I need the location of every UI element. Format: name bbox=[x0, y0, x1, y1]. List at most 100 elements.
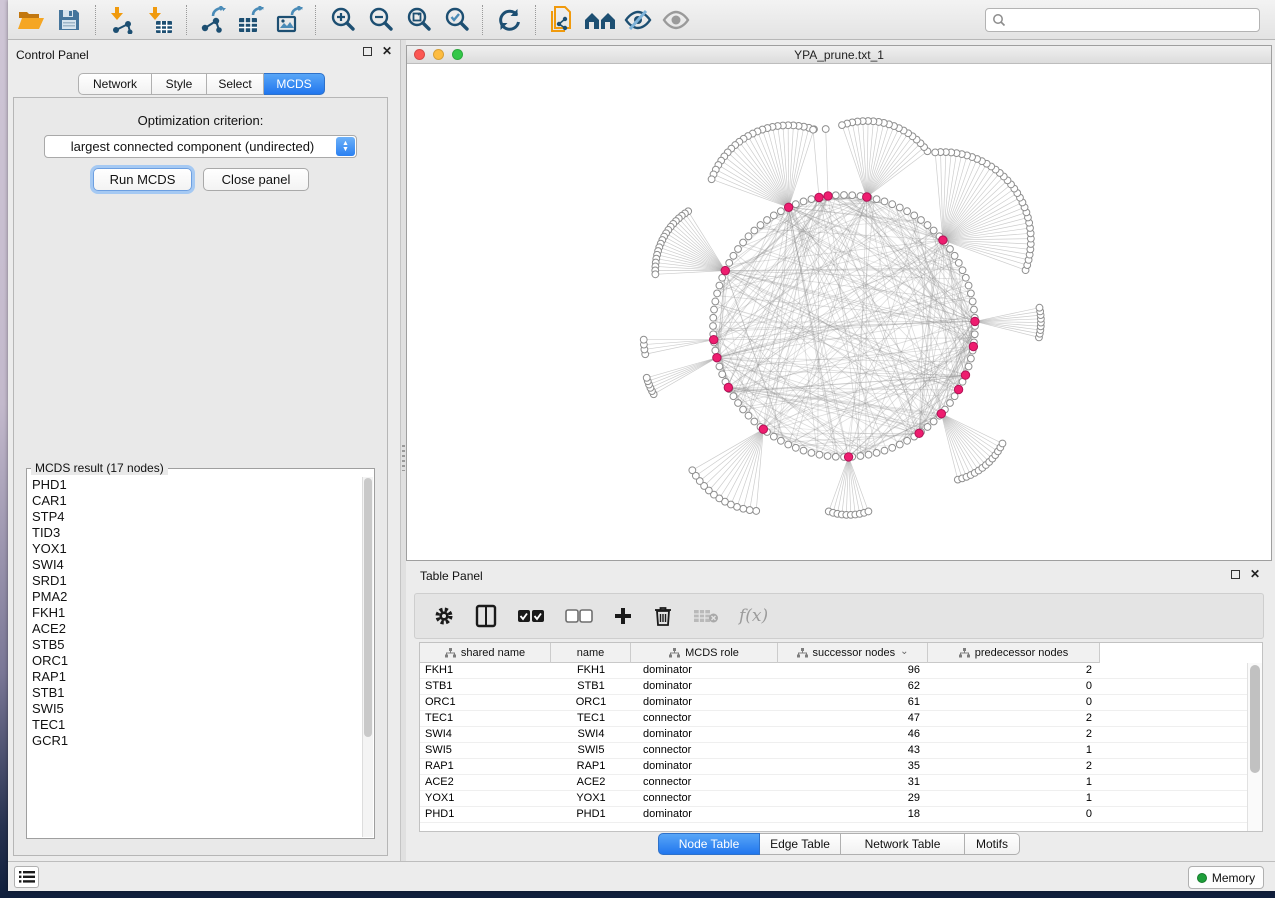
column-header-name[interactable]: name bbox=[551, 643, 631, 663]
memory-button[interactable]: Memory bbox=[1188, 866, 1264, 889]
table-row[interactable]: RAP1RAP1dominator352 bbox=[420, 759, 1247, 775]
mcds-hub-node[interactable] bbox=[759, 425, 767, 433]
function-builder-icon[interactable]: f(x) bbox=[739, 601, 768, 631]
mcds-hub-node[interactable] bbox=[971, 317, 979, 325]
mcds-hub-node[interactable] bbox=[721, 266, 729, 274]
tab-node-table[interactable]: Node Table bbox=[658, 833, 760, 855]
network-overview-icon[interactable] bbox=[583, 4, 617, 36]
mcds-result-item[interactable]: ACE2 bbox=[28, 621, 362, 637]
mcds-hub-node[interactable] bbox=[915, 429, 923, 437]
mcds-result-item[interactable]: TID3 bbox=[28, 525, 362, 541]
tab-motifs[interactable]: Motifs bbox=[965, 833, 1020, 855]
network-window-titlebar[interactable]: YPA_prune.txt_1 bbox=[407, 46, 1271, 64]
zoom-in-icon[interactable] bbox=[325, 4, 359, 36]
zoom-fit-icon[interactable] bbox=[401, 4, 435, 36]
float-panel-icon[interactable] bbox=[363, 47, 372, 56]
mcds-result-item[interactable]: STP4 bbox=[28, 509, 362, 525]
table-settings-gear-icon[interactable] bbox=[433, 601, 455, 631]
network-graph[interactable] bbox=[407, 64, 1271, 560]
table-row[interactable]: ACE2ACE2connector311 bbox=[420, 775, 1247, 791]
import-network-icon[interactable] bbox=[105, 4, 139, 36]
tab-style[interactable]: Style bbox=[152, 73, 207, 95]
zoom-selected-icon[interactable] bbox=[439, 4, 473, 36]
mcds-hub-node[interactable] bbox=[939, 236, 947, 244]
table-rows[interactable]: FKH1FKH1dominator962STB1STB1dominator620… bbox=[420, 663, 1247, 831]
run-mcds-button[interactable]: Run MCDS bbox=[93, 168, 192, 191]
mcds-result-item[interactable]: ORC1 bbox=[28, 653, 362, 669]
table-row[interactable]: STB1STB1dominator620 bbox=[420, 679, 1247, 695]
mcds-result-item[interactable]: SWI5 bbox=[28, 701, 362, 717]
mcds-hub-node[interactable] bbox=[713, 353, 721, 361]
tab-network-table[interactable]: Network Table bbox=[841, 833, 965, 855]
table-scrollbar[interactable] bbox=[1247, 663, 1262, 831]
mcds-hub-node[interactable] bbox=[824, 192, 832, 200]
mcds-result-item[interactable]: GCR1 bbox=[28, 733, 362, 749]
share-document-icon[interactable] bbox=[545, 4, 579, 36]
column-header-predecessor-nodes[interactable]: predecessor nodes bbox=[928, 643, 1100, 663]
deselect-all-columns-icon[interactable] bbox=[565, 601, 593, 631]
tab-network[interactable]: Network bbox=[78, 73, 152, 95]
mcds-result-item[interactable]: PHD1 bbox=[28, 477, 362, 493]
delete-table-icon[interactable] bbox=[693, 601, 719, 631]
close-panel-button[interactable]: Close panel bbox=[203, 168, 309, 191]
search-field[interactable] bbox=[985, 8, 1260, 32]
mcds-result-item[interactable]: YOX1 bbox=[28, 541, 362, 557]
table-row[interactable]: YOX1YOX1connector291 bbox=[420, 791, 1247, 807]
export-network-icon[interactable] bbox=[196, 4, 230, 36]
mcds-hub-node[interactable] bbox=[844, 453, 852, 461]
mcds-result-item[interactable]: STB1 bbox=[28, 685, 362, 701]
table-row[interactable]: PHD1PHD1dominator180 bbox=[420, 807, 1247, 823]
mcds-hub-node[interactable] bbox=[815, 193, 823, 201]
mcds-result-item[interactable]: PMA2 bbox=[28, 589, 362, 605]
mcds-hub-node[interactable] bbox=[863, 193, 871, 201]
create-column-plus-icon[interactable] bbox=[613, 601, 633, 631]
criterion-dropdown[interactable]: largest connected component (undirected)… bbox=[44, 135, 357, 158]
table-row[interactable]: FKH1FKH1dominator962 bbox=[420, 663, 1247, 679]
mcds-hub-node[interactable] bbox=[954, 385, 962, 393]
show-log-console-button[interactable] bbox=[14, 866, 39, 888]
column-header-shared-name[interactable]: shared name bbox=[420, 643, 551, 663]
column-header-MCDS-role[interactable]: MCDS role bbox=[631, 643, 778, 663]
sort-descending-icon[interactable]: ⌄ bbox=[900, 646, 908, 657]
mcds-result-item[interactable]: RAP1 bbox=[28, 669, 362, 685]
mcds-result-item[interactable]: TEC1 bbox=[28, 717, 362, 733]
search-input[interactable] bbox=[1006, 13, 1259, 27]
network-canvas[interactable] bbox=[407, 64, 1271, 560]
hide-graphics-eye-slash-icon[interactable] bbox=[621, 4, 655, 36]
mcds-hub-node[interactable] bbox=[724, 383, 732, 391]
mcds-result-item[interactable]: STB5 bbox=[28, 637, 362, 653]
mcds-result-item[interactable]: SWI4 bbox=[28, 557, 362, 573]
zoom-out-icon[interactable] bbox=[363, 4, 397, 36]
close-panel-icon[interactable]: ✕ bbox=[382, 47, 392, 56]
open-file-icon[interactable] bbox=[14, 4, 48, 36]
export-image-icon[interactable] bbox=[272, 4, 306, 36]
table-row[interactable]: TEC1TEC1connector472 bbox=[420, 711, 1247, 727]
mcds-hub-node[interactable] bbox=[784, 203, 792, 211]
table-row[interactable]: SWI4SWI4dominator462 bbox=[420, 727, 1247, 743]
tab-edge-table[interactable]: Edge Table bbox=[760, 833, 841, 855]
show-columns-icon[interactable] bbox=[475, 601, 497, 631]
export-table-icon[interactable] bbox=[234, 4, 268, 36]
mcds-hub-node[interactable] bbox=[937, 409, 945, 417]
save-session-icon[interactable] bbox=[52, 4, 86, 36]
mcds-result-item[interactable]: CAR1 bbox=[28, 493, 362, 509]
mcds-hub-node[interactable] bbox=[710, 335, 718, 343]
close-table-panel-icon[interactable]: ✕ bbox=[1250, 570, 1260, 579]
tab-mcds[interactable]: MCDS bbox=[264, 73, 325, 95]
apply-layout-icon[interactable] bbox=[492, 4, 526, 36]
mcds-result-item[interactable]: SRD1 bbox=[28, 573, 362, 589]
table-row[interactable]: SWI5SWI5connector431 bbox=[420, 743, 1247, 759]
table-row[interactable]: ORC1ORC1dominator610 bbox=[420, 695, 1247, 711]
mcds-list-scrollbar[interactable] bbox=[362, 477, 373, 837]
mcds-hub-node[interactable] bbox=[969, 342, 977, 350]
float-table-panel-icon[interactable] bbox=[1231, 570, 1240, 579]
select-all-columns-icon[interactable] bbox=[517, 601, 545, 631]
column-header-successor-nodes[interactable]: successor nodes⌄ bbox=[778, 643, 928, 663]
mcds-result-list[interactable]: PHD1CAR1STP4TID3YOX1SWI4SRD1PMA2FKH1ACE2… bbox=[28, 477, 362, 837]
mcds-hub-node[interactable] bbox=[961, 371, 969, 379]
show-graphics-eye-icon[interactable] bbox=[659, 4, 693, 36]
mcds-result-item[interactable]: FKH1 bbox=[28, 605, 362, 621]
import-table-icon[interactable] bbox=[143, 4, 177, 36]
tab-select[interactable]: Select bbox=[207, 73, 264, 95]
delete-column-trash-icon[interactable] bbox=[653, 601, 673, 631]
